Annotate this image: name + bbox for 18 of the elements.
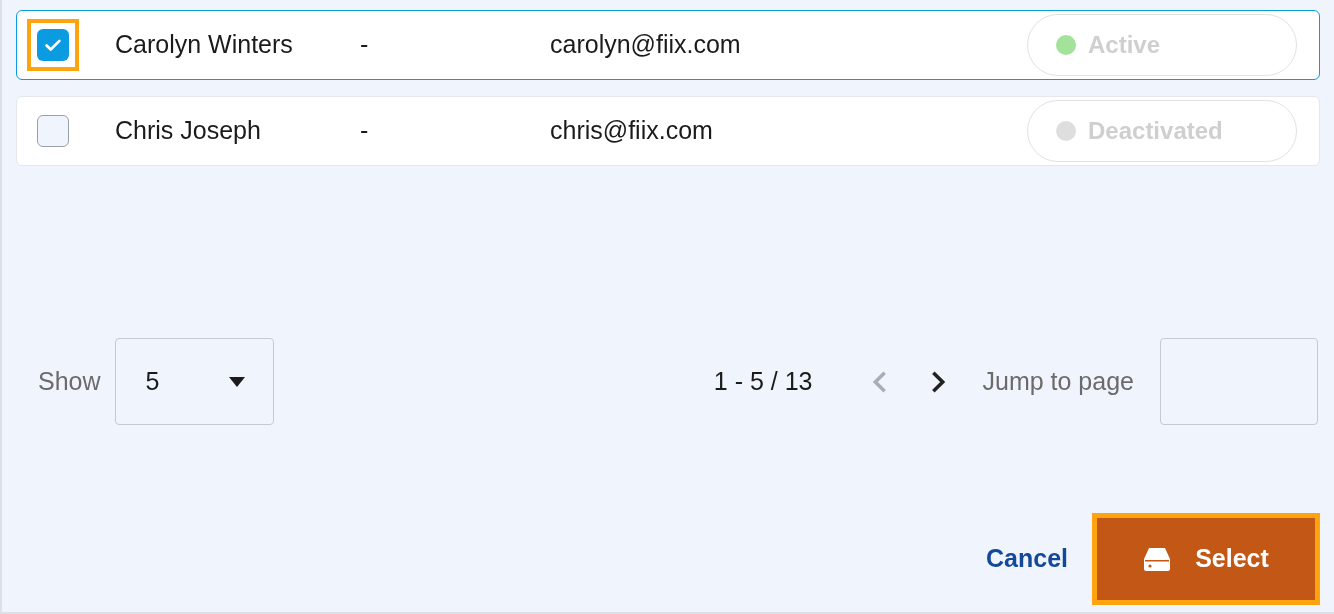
select-button[interactable]: Select: [1097, 518, 1315, 600]
email-cell-text: chris@fiix.com: [550, 115, 714, 147]
next-page-button[interactable]: [930, 369, 945, 394]
drive-icon: [1143, 547, 1172, 571]
table-cell-text: -: [360, 29, 370, 61]
page-size-dropdown[interactable]: 5: [114, 338, 274, 425]
caret-icon: [228, 376, 245, 387]
show-label: Show: [38, 365, 101, 397]
name-cell-text: Carolyn Winters: [115, 29, 294, 61]
page-range: 1 - 5 / 13: [713, 365, 813, 397]
cancel-button[interactable]: Cancel: [986, 540, 1068, 578]
table-cell-text: -: [360, 115, 370, 147]
jump-label: Jump to page: [982, 365, 1134, 397]
email-cell-text: carolyn@fiix.com: [550, 29, 742, 61]
name-cell-text: Chris Joseph: [115, 115, 262, 147]
checkbox[interactable]: [37, 115, 69, 147]
page-input[interactable]: [1160, 338, 1318, 425]
checkbox[interactable]: [37, 29, 69, 61]
